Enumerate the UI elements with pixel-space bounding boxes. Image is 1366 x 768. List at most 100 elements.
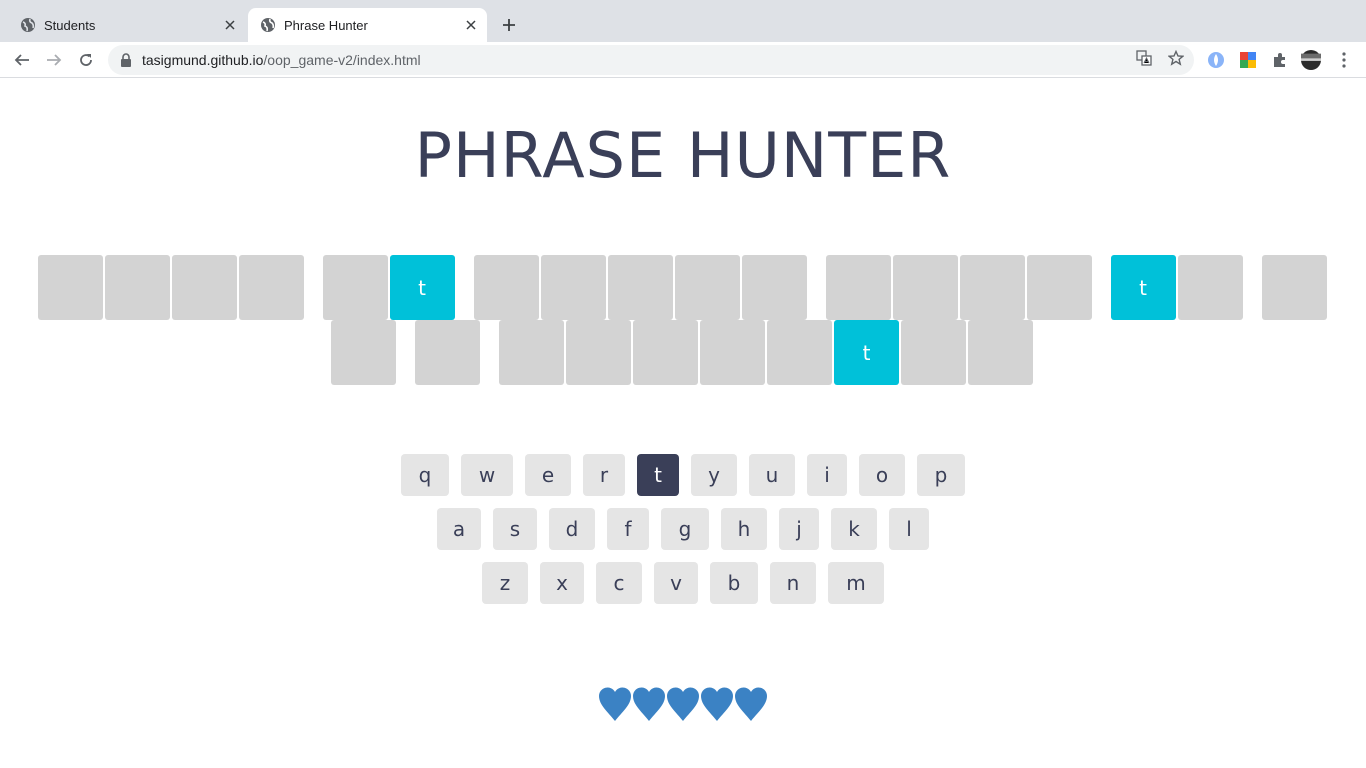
- new-tab-button[interactable]: [497, 13, 521, 37]
- arrow-right-icon: [47, 54, 62, 66]
- phrase-letter-revealed: t: [834, 320, 899, 385]
- phrase-letter-hidden: [825, 255, 891, 320]
- phrase-letter-hidden: [674, 255, 740, 320]
- phrase-letter-hidden: [415, 320, 480, 385]
- key-l[interactable]: l: [889, 508, 929, 550]
- reload-icon: [80, 54, 92, 66]
- more-vertical-icon[interactable]: [1334, 50, 1354, 70]
- key-g[interactable]: g: [661, 508, 709, 550]
- keyboard-row: zxcvbnm: [0, 562, 1366, 604]
- key-j[interactable]: j: [779, 508, 819, 550]
- phrase-row: t: [0, 320, 1366, 385]
- globe-icon: [260, 17, 276, 33]
- phrase-space: [482, 320, 497, 385]
- phrase-letter-hidden: [238, 255, 304, 320]
- key-e[interactable]: e: [525, 454, 571, 496]
- phrase-space: [306, 255, 321, 320]
- arrow-left-icon: [14, 54, 29, 66]
- phrase-letter-hidden: [633, 320, 698, 385]
- phrase-letter-hidden: [607, 255, 673, 320]
- key-v[interactable]: v: [654, 562, 698, 604]
- url-host: tasigmund.github.io: [142, 52, 264, 68]
- key-d[interactable]: d: [549, 508, 595, 550]
- globe-icon: [20, 17, 36, 33]
- phrase-letter-hidden: [322, 255, 388, 320]
- url-path: /oop_game-v2/index.html: [263, 52, 421, 68]
- key-c[interactable]: c: [596, 562, 642, 604]
- phrase-letter-hidden: [741, 255, 807, 320]
- phrase-letter-hidden: [566, 320, 631, 385]
- key-i[interactable]: i: [807, 454, 847, 496]
- key-z[interactable]: z: [482, 562, 528, 604]
- reload-button[interactable]: [72, 46, 100, 74]
- keyboard-row: asdfghjkl: [0, 508, 1366, 550]
- phrase-letter-hidden: [104, 255, 170, 320]
- phrase-space: [398, 320, 413, 385]
- key-t[interactable]: t: [637, 454, 679, 496]
- key-s[interactable]: s: [493, 508, 537, 550]
- tab-strip: Students Phrase Hunter: [0, 0, 1366, 42]
- key-n[interactable]: n: [770, 562, 816, 604]
- phrase-letter-hidden: [1261, 255, 1327, 320]
- keyboard-row: qwertyuiop: [0, 454, 1366, 496]
- heart-icon: [700, 684, 734, 724]
- key-f[interactable]: f: [607, 508, 649, 550]
- key-x[interactable]: x: [540, 562, 584, 604]
- tab-title: Students: [44, 17, 96, 33]
- key-b[interactable]: b: [710, 562, 758, 604]
- key-r[interactable]: r: [583, 454, 625, 496]
- back-button[interactable]: [8, 46, 36, 74]
- key-u[interactable]: u: [749, 454, 795, 496]
- phrase-letter-hidden: [968, 320, 1033, 385]
- lock-icon: [120, 53, 132, 67]
- phrase-letter-hidden: [892, 255, 958, 320]
- key-p[interactable]: p: [917, 454, 965, 496]
- address-bar[interactable]: tasigmund.github.io/oop_game-v2/index.ht…: [108, 45, 1194, 75]
- extension-google-icon[interactable]: [1238, 50, 1258, 70]
- phrase-letter-hidden: [767, 320, 832, 385]
- heart-icon: [734, 684, 768, 724]
- phrase-letter-hidden: [473, 255, 539, 320]
- puzzle-icon[interactable]: [1270, 50, 1290, 70]
- browser-toolbar: tasigmund.github.io/oop_game-v2/index.ht…: [0, 42, 1366, 78]
- heart-icon: [598, 684, 632, 724]
- heart-icon: [632, 684, 666, 724]
- key-q[interactable]: q: [401, 454, 449, 496]
- plus-icon: [503, 19, 515, 31]
- phrase-letter-hidden: [171, 255, 237, 320]
- phrase-letter-hidden: [901, 320, 966, 385]
- avatar[interactable]: [1301, 50, 1321, 70]
- url-text: tasigmund.github.io/oop_game-v2/index.ht…: [142, 52, 421, 68]
- key-o[interactable]: o: [859, 454, 905, 496]
- tab-title: Phrase Hunter: [284, 17, 368, 33]
- extension-shield-icon[interactable]: [1206, 50, 1226, 70]
- close-icon[interactable]: [220, 15, 240, 35]
- tab-phrase-hunter[interactable]: Phrase Hunter: [248, 8, 487, 42]
- phrase-space: [1094, 255, 1109, 320]
- key-a[interactable]: a: [437, 508, 481, 550]
- forward-button[interactable]: [40, 46, 68, 74]
- phrase-space: [457, 255, 472, 320]
- key-h[interactable]: h: [721, 508, 767, 550]
- tab-students[interactable]: Students: [8, 8, 246, 42]
- star-icon[interactable]: [1167, 49, 1185, 67]
- key-y[interactable]: y: [691, 454, 737, 496]
- key-m[interactable]: m: [828, 562, 884, 604]
- phrase-space: [1245, 255, 1260, 320]
- phrase-letter-hidden: [700, 320, 765, 385]
- lives-scoreboard: [0, 684, 1366, 724]
- close-icon[interactable]: [461, 15, 481, 35]
- phrase-row: tt: [0, 255, 1366, 320]
- translate-icon[interactable]: [1135, 49, 1153, 67]
- phrase-letter-hidden: [540, 255, 606, 320]
- phrase-space: [809, 255, 824, 320]
- key-w[interactable]: w: [461, 454, 513, 496]
- phrase-letter-revealed: t: [389, 255, 455, 320]
- phrase-letter-hidden: [499, 320, 564, 385]
- phrase-letter-hidden: [331, 320, 396, 385]
- page-title: PHRASE HUNTER: [414, 119, 952, 192]
- heart-icon: [666, 684, 700, 724]
- phrase-letter-hidden: [37, 255, 103, 320]
- key-k[interactable]: k: [831, 508, 877, 550]
- phrase-letter-hidden: [1177, 255, 1243, 320]
